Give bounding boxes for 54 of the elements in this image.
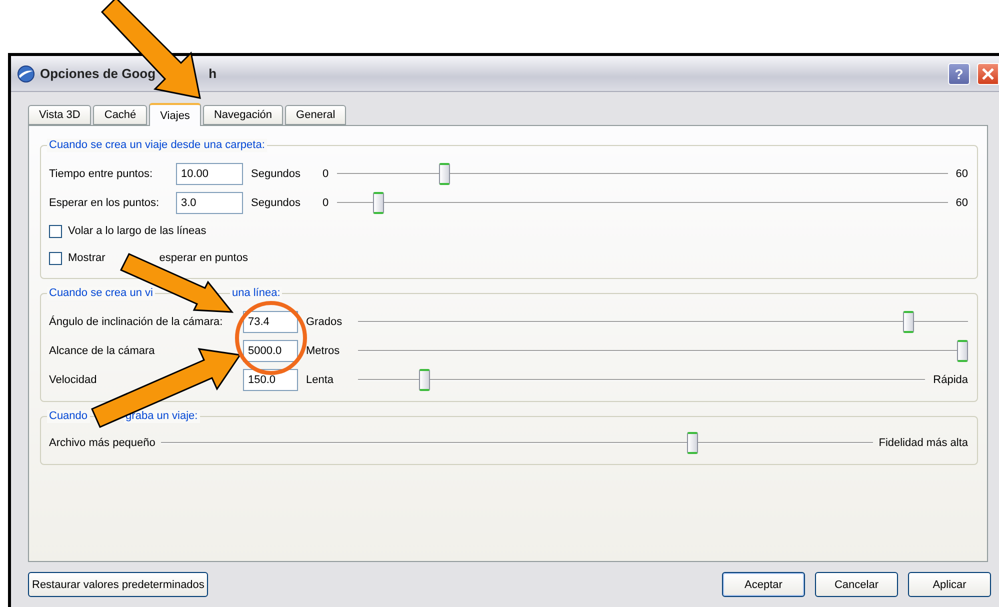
dialog-button[interactable]: Cancelar (815, 572, 898, 597)
tab[interactable]: Viajes (149, 103, 201, 126)
tab[interactable]: Vista 3D (28, 105, 92, 125)
unit-label: Segundos (251, 197, 301, 209)
slider-thumb[interactable] (419, 369, 430, 391)
globe-icon (17, 64, 35, 82)
field-label: Alcance de la cámara (49, 345, 156, 357)
group-title: Cuando (47, 410, 90, 423)
tab[interactable]: General (285, 105, 346, 125)
checkbox-label: Mostrar (68, 252, 106, 264)
slider-thumb[interactable] (957, 340, 968, 362)
slider[interactable] (336, 163, 948, 185)
slider-thumb[interactable] (438, 163, 450, 185)
close-button[interactable] (977, 62, 999, 84)
field-label: Esperar en los puntos: (49, 197, 160, 209)
dialog-button[interactable]: Aplicar (908, 572, 991, 597)
slider[interactable] (358, 340, 968, 362)
unit-label: Grados (306, 316, 342, 328)
group-title: Cuando se crea un viaje desde una carpeta: (47, 139, 267, 152)
slider[interactable] (358, 311, 968, 333)
slider[interactable] (161, 432, 873, 454)
field-label: Velocidad (49, 374, 98, 386)
slider-min-label: Archivo más pequeño (49, 437, 156, 449)
slider-max-label: Fidelidad más alta (878, 437, 968, 449)
checkbox-label: Volar a lo largo de las líneas (68, 225, 206, 237)
slider[interactable] (336, 192, 948, 214)
checkbox[interactable] (49, 252, 62, 264)
input-field[interactable]: 73.4 (243, 311, 298, 333)
input-field[interactable]: 5000.0 (243, 340, 298, 362)
unit-label: Metros (306, 345, 341, 357)
slider-min-label: 0 (322, 168, 329, 180)
checkbox-label: esperar en puntos (159, 252, 248, 264)
slider-thumb[interactable] (372, 192, 384, 214)
window-title: Opciones de Goog (40, 66, 156, 81)
tab[interactable]: Navegación (202, 105, 284, 125)
input-field[interactable]: 10.00 (176, 163, 243, 185)
slider-max-label: Rápida (933, 374, 968, 386)
unit-label: Segundos (251, 168, 301, 180)
dialog-button[interactable]: Aceptar (722, 572, 805, 597)
close-icon (981, 66, 995, 80)
slider-thumb[interactable] (903, 311, 914, 333)
checkbox[interactable] (49, 224, 62, 238)
tab[interactable]: Caché (93, 105, 148, 125)
slider-min-label: 0 (322, 197, 329, 209)
window-title: h (208, 66, 217, 81)
slider[interactable] (358, 369, 926, 391)
slider-thumb[interactable] (686, 432, 698, 454)
dialog-button[interactable]: Restaurar valores predeterminados (28, 572, 208, 597)
field-label: Tiempo entre puntos: (49, 168, 154, 180)
input-field[interactable]: 3.0 (176, 192, 243, 214)
slider-max-label: 60 (956, 197, 968, 209)
field-label: Ángulo de inclinación de la cámara: (49, 316, 224, 328)
slider-max-label: 60 (956, 168, 968, 180)
unit-label: Lenta (306, 374, 335, 386)
